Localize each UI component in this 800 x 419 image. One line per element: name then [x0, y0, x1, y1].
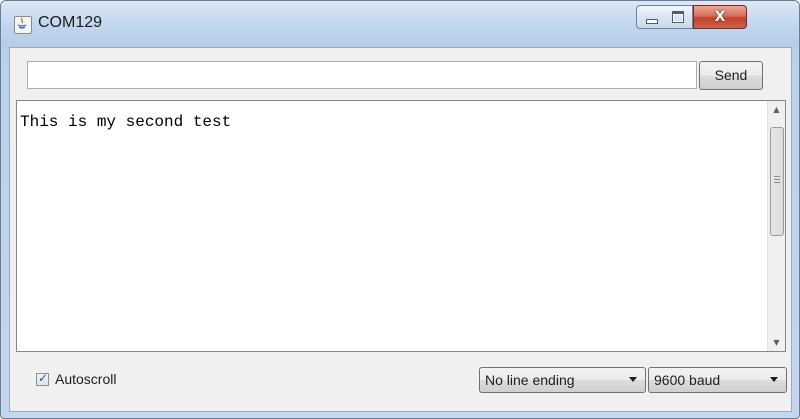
scroll-thumb[interactable] — [770, 127, 784, 236]
scroll-up-icon[interactable]: ▲ — [768, 101, 785, 118]
window-title: COM129 — [38, 14, 103, 31]
title-bar[interactable]: COM129 X — [1, 1, 799, 47]
minimize-button[interactable] — [636, 5, 666, 29]
client-area: Send This is my second test ▲ ▼ ✓ Autosc… — [9, 47, 792, 412]
grip-icon — [774, 176, 780, 185]
close-icon: X — [714, 9, 726, 25]
java-icon[interactable] — [14, 16, 32, 34]
autoscroll-checkbox[interactable]: ✓ — [36, 371, 49, 386]
maximize-button[interactable] — [665, 5, 693, 29]
chevron-down-icon — [629, 377, 637, 382]
serial-output[interactable]: This is my second test ▲ ▼ — [16, 100, 786, 352]
minimize-icon — [646, 19, 658, 24]
baud-rate-value: 9600 baud — [654, 372, 721, 388]
scroll-down-icon[interactable]: ▼ — [768, 334, 785, 351]
chevron-down-icon — [770, 377, 778, 382]
close-button[interactable]: X — [693, 5, 747, 29]
vertical-scrollbar[interactable]: ▲ ▼ — [767, 101, 785, 351]
baud-rate-dropdown[interactable]: 9600 baud — [648, 367, 787, 393]
serial-monitor-window: COM129 X Send This is my second test ▲ ▼… — [0, 0, 800, 419]
send-input[interactable] — [27, 61, 697, 89]
send-button[interactable]: Send — [699, 61, 763, 90]
output-text: This is my second test — [20, 113, 232, 131]
checkmark-icon: ✓ — [38, 371, 49, 385]
autoscroll-label[interactable]: Autoscroll — [55, 371, 116, 387]
line-ending-value: No line ending — [485, 372, 575, 388]
line-ending-dropdown[interactable]: No line ending — [479, 367, 646, 393]
maximize-icon — [672, 11, 684, 23]
